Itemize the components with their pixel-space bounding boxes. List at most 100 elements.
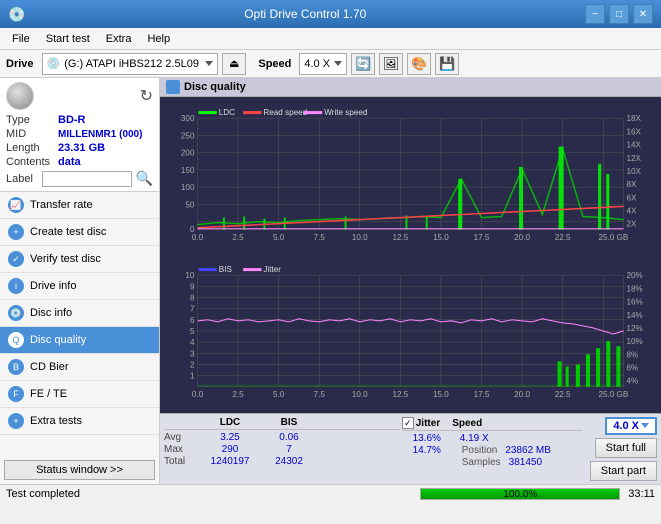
- drive-value: (G:) ATAPI iHBS212 2.5L09: [64, 58, 199, 70]
- start-full-button[interactable]: Start full: [595, 438, 657, 458]
- main-layout: ↻ Type BD-R MID MILLENMR1 (000) Length 2…: [0, 78, 661, 484]
- position-label: Position: [462, 445, 498, 456]
- status-window-button[interactable]: Status window >>: [4, 460, 155, 480]
- disc-contents-field: Contents data: [6, 156, 153, 168]
- disc-icon: [6, 82, 34, 110]
- total-ldc: 1240197: [200, 456, 260, 467]
- verify-test-disc-label: Verify test disc: [30, 253, 101, 265]
- max-label: Max: [164, 444, 196, 455]
- svg-text:8: 8: [190, 294, 195, 303]
- toolbar-btn-3[interactable]: 🎨: [407, 53, 431, 75]
- disc-mid-label: MID: [6, 128, 58, 140]
- svg-text:Write speed: Write speed: [324, 108, 367, 117]
- drive-toolbar: Drive 💿 (G:) ATAPI iHBS212 2.5L09 ⏏ Spee…: [0, 50, 661, 78]
- jitter-col-header: Jitter: [416, 418, 440, 429]
- transfer-rate-label: Transfer rate: [30, 199, 93, 211]
- extra-tests-label: Extra tests: [30, 415, 82, 427]
- jitter-checkbox[interactable]: ✓: [402, 417, 414, 429]
- svg-text:2X: 2X: [627, 220, 638, 229]
- disc-contents-value: data: [58, 156, 81, 168]
- status-text: Test completed: [6, 488, 412, 500]
- svg-text:12.5: 12.5: [392, 390, 408, 399]
- svg-text:9: 9: [190, 282, 195, 291]
- sidebar-item-disc-info[interactable]: 💿 Disc info: [0, 300, 159, 327]
- svg-text:15.0: 15.0: [433, 390, 449, 399]
- svg-text:50: 50: [185, 200, 195, 209]
- disc-label-input[interactable]: [42, 171, 132, 187]
- svg-text:6: 6: [190, 316, 195, 325]
- svg-text:5.0: 5.0: [273, 233, 285, 242]
- svg-text:1: 1: [190, 372, 195, 381]
- svg-text:25.0 GB: 25.0 GB: [598, 390, 628, 399]
- sidebar-item-transfer-rate[interactable]: 📈 Transfer rate: [0, 192, 159, 219]
- disc-length-field: Length 23.31 GB: [6, 142, 153, 154]
- svg-text:4%: 4%: [627, 377, 639, 386]
- disc-type-value: BD-R: [58, 114, 86, 126]
- menu-extra[interactable]: Extra: [98, 31, 140, 47]
- max-ldc: 290: [200, 444, 260, 455]
- avg-jitter: 13.6%: [402, 433, 452, 444]
- label-search-icon[interactable]: 🔍: [136, 170, 153, 187]
- sidebar: ↻ Type BD-R MID MILLENMR1 (000) Length 2…: [0, 78, 160, 484]
- svg-text:5.0: 5.0: [273, 390, 285, 399]
- svg-text:6%: 6%: [627, 364, 639, 373]
- sidebar-item-fe-te[interactable]: F FE / TE: [0, 381, 159, 408]
- toolbar-btn-2[interactable]: 🖼: [379, 53, 403, 75]
- save-button[interactable]: 💾: [435, 53, 459, 75]
- sidebar-item-cd-bier[interactable]: B CD Bier: [0, 354, 159, 381]
- sidebar-item-extra-tests[interactable]: + Extra tests: [0, 408, 159, 435]
- sidebar-item-disc-quality[interactable]: Q Disc quality: [0, 327, 159, 354]
- menu-file[interactable]: File: [4, 31, 38, 47]
- sidebar-item-verify-test-disc[interactable]: ✓ Verify test disc: [0, 246, 159, 273]
- menu-start-test[interactable]: Start test: [38, 31, 98, 47]
- avg-ldc: 3.25: [200, 432, 260, 443]
- menu-bar: File Start test Extra Help: [0, 28, 661, 50]
- svg-text:150: 150: [181, 166, 195, 175]
- svg-text:12.5: 12.5: [392, 233, 408, 242]
- speed-select-dropdown[interactable]: 4.0 X: [605, 417, 657, 435]
- svg-text:2.5: 2.5: [232, 390, 244, 399]
- title-bar-title: Opti Drive Control 1.70: [244, 7, 366, 21]
- disc-quality-header: Disc quality: [160, 78, 661, 97]
- disc-mid-field: MID MILLENMR1 (000): [6, 128, 153, 140]
- svg-text:15.0: 15.0: [433, 233, 449, 242]
- drive-info-icon: i: [8, 278, 24, 294]
- status-bar: Test completed 100.0% 33:11: [0, 484, 661, 502]
- sidebar-item-drive-info[interactable]: i Drive info: [0, 273, 159, 300]
- bottom-stats-panel: LDC BIS Avg 3.25 0.06 Max 290 7 Total: [160, 413, 661, 484]
- disc-info-icon: 💿: [8, 305, 24, 321]
- jitter-speed-panel: ✓ Jitter Speed 13.6% 4.19 X 14.7% Positi…: [402, 417, 582, 481]
- bis-chart: 10 9 8 7 6 5 4 3 2 1 20% 18% 16% 14% 12%: [162, 256, 659, 411]
- content-area: Disc quality: [160, 78, 661, 484]
- disc-refresh-icon[interactable]: ↻: [140, 86, 153, 106]
- svg-text:3: 3: [190, 349, 195, 358]
- samples-value: 381450: [509, 457, 542, 468]
- speed-select-value: 4.0 X: [613, 420, 639, 432]
- menu-help[interactable]: Help: [139, 31, 178, 47]
- drive-select[interactable]: 💿 (G:) ATAPI iHBS212 2.5L09: [42, 53, 218, 75]
- extra-tests-icon: +: [8, 413, 24, 429]
- minimize-button[interactable]: −: [585, 4, 605, 24]
- fe-te-icon: F: [8, 386, 24, 402]
- create-test-disc-icon: +: [8, 224, 24, 240]
- speed-select[interactable]: 4.0 X: [299, 53, 347, 75]
- svg-text:25.0 GB: 25.0 GB: [598, 233, 628, 242]
- disc-label-row: Label 🔍: [6, 170, 153, 187]
- svg-text:14X: 14X: [627, 141, 642, 150]
- sidebar-item-create-test-disc[interactable]: + Create test disc: [0, 219, 159, 246]
- svg-text:22.5: 22.5: [555, 233, 571, 242]
- start-part-button[interactable]: Start part: [590, 461, 657, 481]
- svg-text:4: 4: [190, 338, 195, 347]
- ldc-header: LDC: [200, 417, 260, 428]
- create-test-disc-label: Create test disc: [30, 226, 106, 238]
- svg-text:5: 5: [190, 327, 195, 336]
- close-button[interactable]: ✕: [633, 4, 653, 24]
- maximize-button[interactable]: □: [609, 4, 629, 24]
- svg-text:0.0: 0.0: [192, 233, 204, 242]
- refresh-button[interactable]: 🔄: [351, 53, 375, 75]
- eject-button[interactable]: ⏏: [222, 53, 246, 75]
- disc-contents-label: Contents: [6, 156, 58, 168]
- svg-text:6X: 6X: [627, 193, 638, 202]
- svg-text:8%: 8%: [627, 350, 639, 359]
- svg-text:Read speed: Read speed: [263, 108, 307, 117]
